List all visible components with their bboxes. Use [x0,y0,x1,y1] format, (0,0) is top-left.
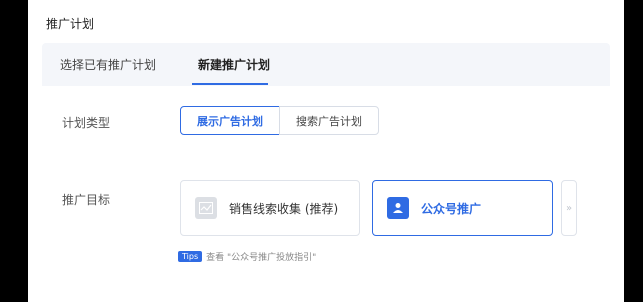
section-title: 推广计划 [46,17,95,31]
goal-card-official-account-label: 公众号推广 [421,201,482,216]
tab-select-existing-plan[interactable]: 选择已有推广计划 [60,56,156,73]
leads-form-icon [195,197,217,219]
promotion-goal-label: 推广目标 [62,193,111,207]
goal-card-leads-label: 销售线索收集 (推荐) [229,201,339,216]
more-goals-button[interactable]: » [561,180,577,236]
plan-tabs: 选择已有推广计划 新建推广计划 [42,43,610,86]
plan-type-label: 计划类型 [62,116,111,130]
official-account-icon [387,197,409,219]
display-ad-plan-option[interactable]: 展示广告计划 [180,106,280,135]
tips-row: Tips 查看 "公众号推广投放指引" [178,250,316,263]
official-account-guide-link[interactable]: 查看 "公众号推广投放指引" [206,250,316,263]
tab-create-new-plan[interactable]: 新建推广计划 [198,56,270,73]
active-tab-indicator [192,83,268,85]
goal-card-official-account[interactable]: 公众号推广 [372,180,553,236]
goal-card-leads[interactable]: 销售线索收集 (推荐) [180,180,360,236]
double-chevron-right-icon: » [565,202,573,214]
tips-badge: Tips [178,251,203,262]
search-ad-plan-option[interactable]: 搜索广告计划 [279,106,379,135]
campaign-plan-panel: 推广计划 选择已有推广计划 新建推广计划 计划类型 展示广告计划 搜索广告计划 … [28,0,624,302]
